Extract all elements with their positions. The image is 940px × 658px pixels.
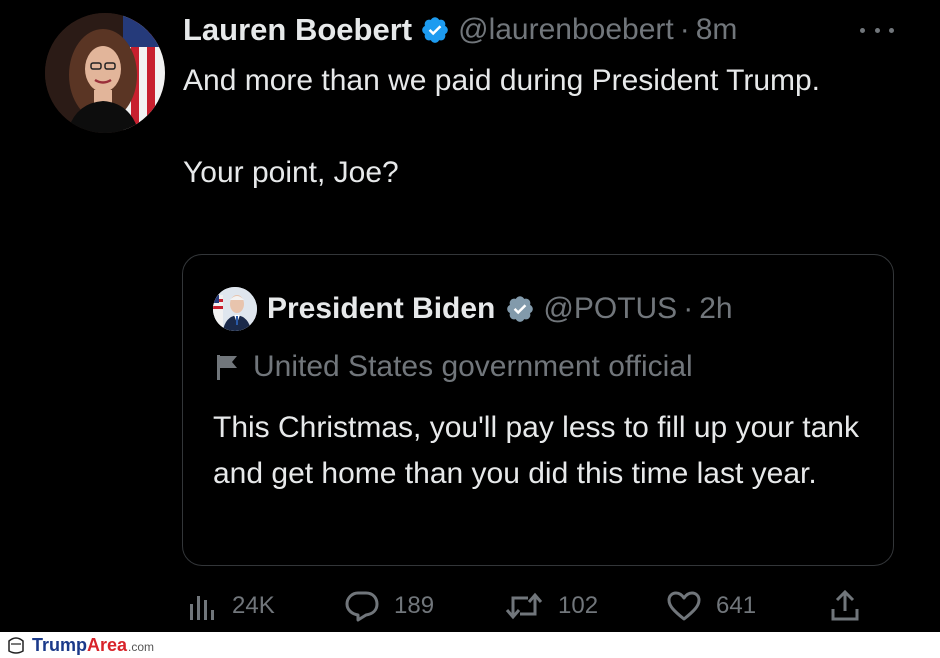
watermark-text-area: Area bbox=[87, 634, 128, 655]
quoted-tweet[interactable]: President Biden @POTUS · 2h United State… bbox=[182, 254, 894, 566]
separator-dot: · bbox=[679, 13, 690, 46]
reply-button[interactable]: 189 bbox=[344, 586, 434, 626]
tweet-text: And more than we paid during President T… bbox=[183, 58, 863, 196]
views-icon bbox=[186, 590, 218, 622]
share-button[interactable] bbox=[828, 586, 862, 626]
watermark-text-trump: Trump bbox=[32, 634, 88, 655]
quoted-tweet-text: This Christmas, you'll pay less to fill … bbox=[213, 411, 859, 490]
tweet-time[interactable]: 8m bbox=[696, 13, 738, 47]
retweet-count: 102 bbox=[558, 592, 599, 619]
verified-badge-icon[interactable] bbox=[420, 15, 450, 45]
share-icon bbox=[828, 589, 862, 623]
watermark-logo-icon bbox=[6, 635, 26, 655]
quoted-author-handle[interactable]: @POTUS bbox=[543, 292, 677, 326]
separator-dot: · bbox=[683, 292, 694, 325]
government-label: United States government official bbox=[215, 347, 693, 387]
quoted-author-avatar[interactable] bbox=[213, 287, 257, 331]
tweet-actions: 24K 189 102 641 bbox=[0, 586, 940, 626]
heart-icon bbox=[666, 590, 702, 622]
like-button[interactable]: 641 bbox=[666, 586, 756, 626]
more-options-icon[interactable] bbox=[860, 16, 894, 44]
watermark-bar: Trump Area .com bbox=[0, 632, 940, 658]
watermark: Trump Area .com bbox=[6, 634, 154, 656]
tweet-text-line: And more than we paid during President T… bbox=[183, 64, 821, 97]
author-name[interactable]: Lauren Boebert bbox=[183, 12, 412, 48]
views-button[interactable]: 24K bbox=[186, 586, 275, 626]
retweet-icon bbox=[504, 590, 544, 622]
retweet-button[interactable]: 102 bbox=[504, 586, 598, 626]
quoted-tweet-time[interactable]: 2h bbox=[699, 292, 732, 326]
reply-icon bbox=[344, 589, 380, 623]
author-handle[interactable]: @laurenboebert bbox=[458, 13, 674, 47]
flag-icon bbox=[215, 353, 241, 381]
tweet[interactable]: Lauren Boebert @laurenboebert · 8m And m… bbox=[0, 0, 940, 632]
tweet-text-line: Your point, Joe? bbox=[183, 156, 399, 189]
quoted-author-name[interactable]: President Biden bbox=[267, 292, 495, 326]
author-avatar[interactable] bbox=[45, 13, 165, 133]
tweet-header: Lauren Boebert @laurenboebert · 8m bbox=[183, 8, 737, 52]
government-label-text: United States government official bbox=[253, 350, 693, 383]
like-count: 641 bbox=[716, 592, 757, 619]
reply-count: 189 bbox=[394, 592, 435, 619]
gray-verified-badge-icon[interactable] bbox=[505, 294, 535, 324]
watermark-text-com: .com bbox=[128, 640, 155, 654]
views-count: 24K bbox=[232, 592, 275, 619]
quoted-tweet-header: President Biden @POTUS · 2h bbox=[213, 287, 733, 331]
